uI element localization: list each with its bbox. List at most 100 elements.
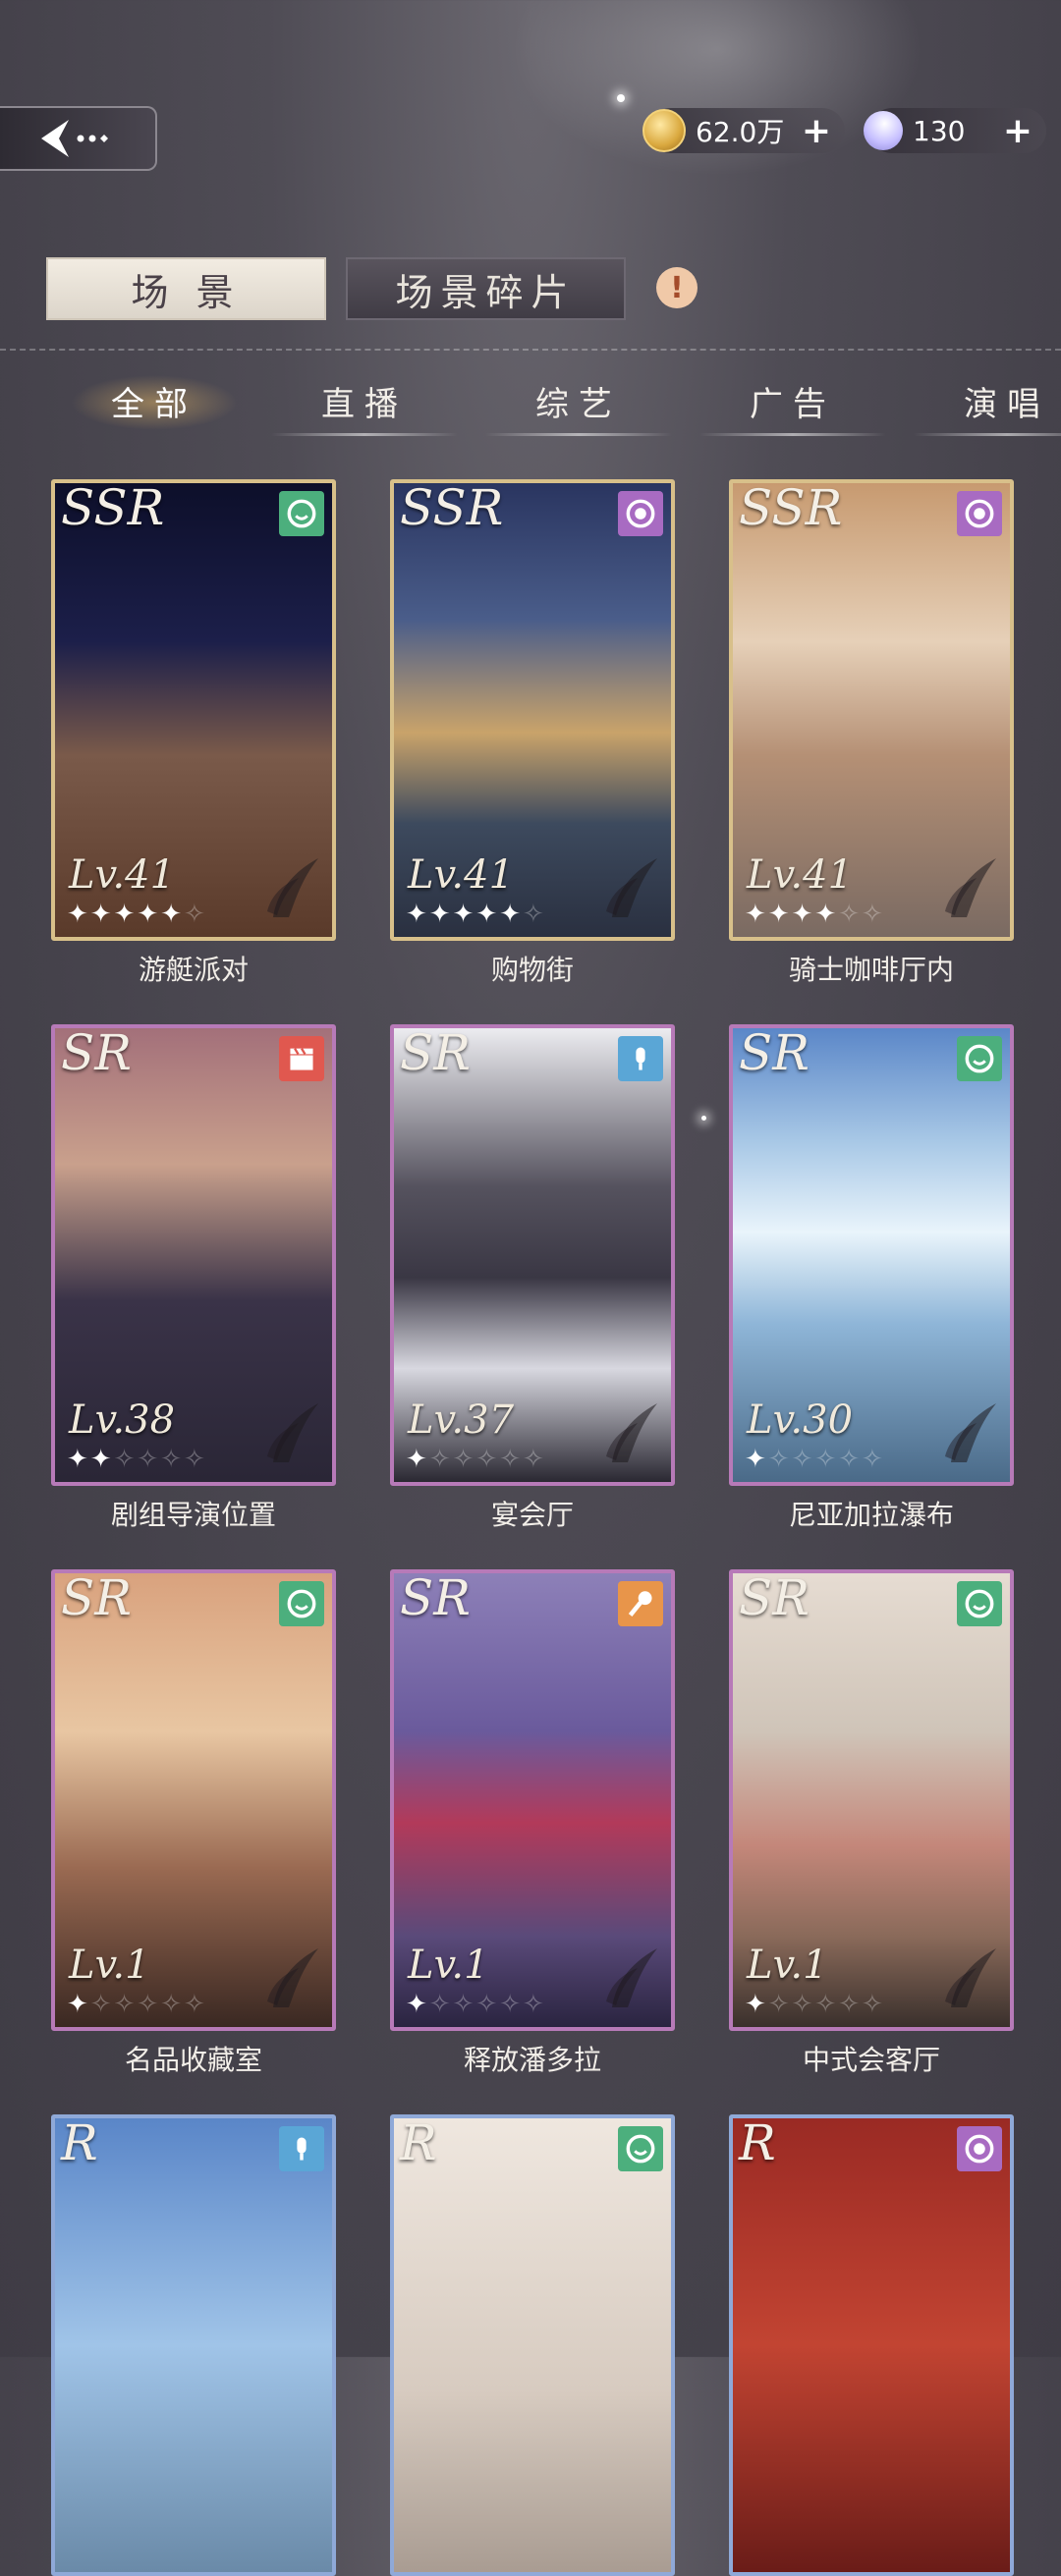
category-concert[interactable]: 演唱 [914, 371, 1061, 436]
star-icon-empty: ✧ [814, 1445, 839, 1474]
scene-card-image[interactable]: SSR Lv.41 ✦✦✦✦✧✧ [729, 479, 1014, 941]
star-rating: ✦✧✧✧✧✧ [406, 1990, 546, 2019]
gem-amount: 130 [913, 114, 966, 147]
scene-card[interactable]: SSR Lv.41 ✦✦✦✦✦✧ 购物街 [390, 479, 675, 988]
star-icon-empty: ✧ [522, 1990, 546, 2019]
rarity-label: R [739, 2114, 776, 2171]
star-icon-filled: ✦ [160, 900, 184, 929]
star-icon-empty: ✧ [475, 1445, 500, 1474]
leaf-emblem-icon [602, 1398, 661, 1466]
star-icon-empty: ✧ [499, 1990, 523, 2019]
star-icon-empty: ✧ [861, 900, 885, 929]
record-icon [618, 491, 663, 536]
star-icon-filled: ✦ [406, 1445, 429, 1474]
scene-card-image[interactable]: SR Lv.1 ✦✧✧✧✧✧ [390, 1569, 675, 2031]
alert-icon[interactable]: ! [656, 267, 698, 308]
star-icon-empty: ✧ [838, 900, 862, 929]
category-variety[interactable]: 综艺 [485, 371, 672, 436]
star-icon-filled: ✦ [406, 1990, 429, 2019]
leaf-emblem-icon [263, 1943, 322, 2011]
level-label: Lv.30 [747, 1398, 854, 1443]
scene-artwork [733, 2118, 1010, 2572]
level-label: Lv.41 [408, 852, 515, 898]
star-icon-filled: ✦ [767, 900, 792, 929]
leaf-emblem-icon [941, 1943, 1000, 2011]
scene-card-image[interactable]: SSR Lv.41 ✦✦✦✦✦✧ [51, 479, 336, 941]
scene-card[interactable]: R [390, 2114, 675, 2576]
scene-name: 宴会厅 [490, 1499, 574, 1531]
scene-card-image[interactable]: SR Lv.30 ✦✧✧✧✧✧ [729, 1024, 1014, 1486]
star-icon-empty: ✧ [183, 900, 207, 929]
scene-name: 名品收藏室 [124, 2044, 262, 2076]
category-all[interactable]: 全部 [61, 371, 248, 430]
back-arrow-icon [41, 120, 108, 157]
scene-card[interactable]: SSR Lv.41 ✦✦✦✦✧✧ 骑士咖啡厅内 [729, 479, 1014, 988]
rarity-label: SSR [400, 479, 504, 536]
sparkle [617, 94, 625, 102]
star-icon-empty: ✧ [452, 1990, 476, 2019]
star-icon-filled: ✦ [406, 900, 429, 929]
scene-card[interactable]: R [51, 2114, 336, 2576]
back-button[interactable] [0, 106, 157, 171]
star-rating: ✦✦✧✧✧✧ [67, 1445, 207, 1474]
tab-scenes[interactable]: 场 景 [46, 257, 326, 320]
category-live[interactable]: 直播 [271, 371, 458, 436]
scene-card-image[interactable]: SR Lv.1 ✦✧✧✧✧✧ [729, 1569, 1014, 2031]
scene-name: 骑士咖啡厅内 [788, 954, 954, 986]
star-icon-empty: ✧ [791, 1990, 815, 2019]
star-icon-empty: ✧ [113, 1445, 138, 1474]
scene-card-image[interactable]: R [729, 2114, 1014, 2576]
rarity-label: R [61, 2114, 98, 2171]
smile-icon [957, 1036, 1002, 1081]
scene-card-image[interactable]: R [51, 2114, 336, 2576]
star-rating: ✦✧✧✧✧✧ [745, 1990, 885, 2019]
leaf-emblem-icon [602, 852, 661, 921]
leaf-emblem-icon [602, 1943, 661, 2011]
star-icon-empty: ✧ [160, 1445, 184, 1474]
star-icon-empty: ✧ [137, 1990, 161, 2019]
scene-card[interactable]: SR Lv.38 ✦✦✧✧✧✧ 剧组导演位置 [51, 1024, 336, 1533]
add-coins-button[interactable]: + [802, 111, 831, 151]
scene-artwork [55, 2118, 332, 2572]
scene-artwork [394, 2118, 671, 2572]
level-label: Lv.1 [747, 1943, 828, 1988]
scene-card-image[interactable]: R [390, 2114, 675, 2576]
rarity-label: SR [739, 1024, 810, 1081]
scene-card[interactable]: SR Lv.1 ✦✧✧✧✧✧ 名品收藏室 [51, 1569, 336, 2078]
scene-card-image[interactable]: SR Lv.1 ✦✧✧✧✧✧ [51, 1569, 336, 2031]
gem-counter: 130 + [855, 102, 1046, 159]
smile-icon [957, 1581, 1002, 1626]
rarity-label: SR [400, 1569, 471, 1626]
scene-name: 释放潘多拉 [463, 2044, 601, 2076]
star-icon-filled: ✦ [67, 1445, 90, 1474]
star-icon-filled: ✦ [67, 1990, 90, 2019]
star-icon-filled: ✦ [89, 1445, 114, 1474]
scene-card-image[interactable]: SSR Lv.41 ✦✦✦✦✦✧ [390, 479, 675, 941]
scene-card[interactable]: SR Lv.37 ✦✧✧✧✧✧ 宴会厅 [390, 1024, 675, 1533]
smile-icon [618, 2126, 663, 2171]
level-label: Lv.37 [408, 1398, 515, 1443]
scene-card[interactable]: SR Lv.1 ✦✧✧✧✧✧ 释放潘多拉 [390, 1569, 675, 2078]
leaf-emblem-icon [941, 852, 1000, 921]
rarity-label: SSR [61, 479, 165, 536]
scene-card[interactable]: SR Lv.1 ✦✧✧✧✧✧ 中式会客厅 [729, 1569, 1014, 2078]
scene-card[interactable]: R [729, 2114, 1014, 2576]
scene-name: 剧组导演位置 [110, 1499, 276, 1531]
star-icon-empty: ✧ [183, 1990, 207, 2019]
add-gems-button[interactable]: + [1003, 111, 1033, 151]
scene-card-image[interactable]: SR Lv.37 ✦✧✧✧✧✧ [390, 1024, 675, 1486]
scene-card[interactable]: SR Lv.30 ✦✧✧✧✧✧ 尼亚加拉瀑布 [729, 1024, 1014, 1533]
scene-card-image[interactable]: SR Lv.38 ✦✦✧✧✧✧ [51, 1024, 336, 1486]
scene-card[interactable]: SSR Lv.41 ✦✦✦✦✦✧ 游艇派对 [51, 479, 336, 988]
star-icon-filled: ✦ [814, 900, 839, 929]
level-label: Lv.41 [747, 852, 854, 898]
star-icon-empty: ✧ [814, 1990, 839, 2019]
rarity-label: SR [739, 1569, 810, 1626]
star-icon-filled: ✦ [745, 1990, 768, 2019]
star-icon-filled: ✦ [89, 900, 114, 929]
tab-scene-fragments[interactable]: 场景碎片 [346, 257, 626, 320]
divider [0, 349, 1061, 351]
rarity-label: SR [61, 1569, 132, 1626]
category-ads[interactable]: 广告 [699, 371, 886, 436]
star-icon-filled: ✦ [428, 900, 453, 929]
